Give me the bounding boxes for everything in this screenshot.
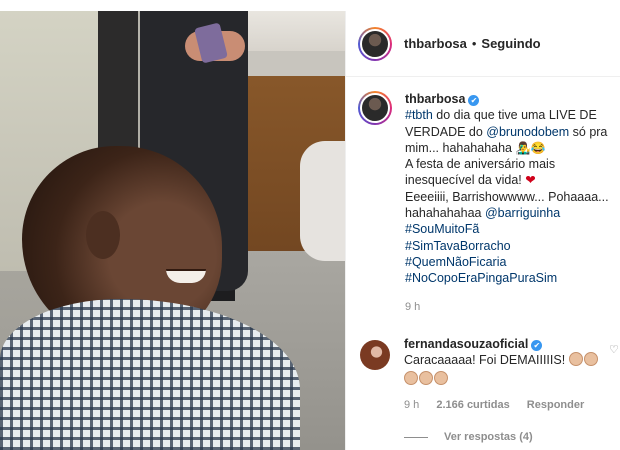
scene-shelf-top (232, 51, 345, 76)
commenter-avatar[interactable] (360, 340, 390, 370)
clap-emoji-icon (583, 352, 598, 367)
comment-meta: 9 h 2.166 curtidas Responder (404, 397, 599, 413)
scene-kneeling-person (300, 141, 345, 261)
author-username[interactable]: thbarbosa (404, 36, 467, 51)
comment-body: fernandasouzaoficial ✔ Caracaaaaa! Foi DE… (404, 336, 599, 413)
hashtag-nocopoerapingapurasim[interactable]: #NoCopoEraPingaPuraSim (405, 270, 613, 286)
caption: thbarbosa ✔ #tbth do dia que tive uma LIV… (358, 91, 613, 315)
view-replies-label[interactable]: Ver respostas (4) (444, 431, 533, 443)
post-video[interactable] (0, 11, 345, 450)
commenter-username[interactable]: fernandasouzaoficial (404, 337, 528, 351)
top-strip (0, 0, 620, 11)
caption-username[interactable]: thbarbosa (405, 92, 465, 106)
hashtag-simtavaborracho[interactable]: #SimTavaBorracho (405, 238, 613, 254)
caption-avatar[interactable] (358, 91, 392, 315)
verified-badge-icon: ✔ (531, 340, 543, 351)
reply-button[interactable]: Responder (527, 399, 584, 411)
caption-timestamp[interactable]: 9 h (405, 299, 613, 315)
clap-emoji-icon (568, 352, 583, 367)
caption-body: thbarbosa ✔ #tbth do dia que tive uma LIV… (405, 91, 613, 315)
post-header: thbarbosa • Seguindo (346, 11, 620, 77)
heart-emoji-icon: ❤ (525, 173, 536, 188)
author-avatar-ring[interactable] (358, 26, 392, 61)
hashtag-quemnaoficaria[interactable]: #QuemNãoFicaria (405, 254, 613, 270)
view-replies[interactable]: Ver respostas (4) (404, 431, 533, 443)
comment-timestamp[interactable]: 9 h (404, 399, 419, 411)
replies-divider (404, 436, 428, 438)
heart-outline-icon[interactable]: ♡ (609, 345, 619, 356)
clap-emoji-row (404, 370, 449, 387)
verified-badge-icon: ✔ (468, 95, 480, 106)
clap-emoji-icon (404, 370, 418, 385)
header-separator: • (471, 36, 477, 51)
author-avatar[interactable] (360, 28, 390, 59)
hashtag-soumuitofa[interactable]: #SouMuitoFã (405, 221, 613, 237)
clap-emoji-icon (434, 370, 448, 385)
scene-ear (86, 211, 120, 259)
comment-text: Caracaaaaa! Foi DEMAIIIIIS! (404, 353, 569, 368)
hashtag-tbth[interactable]: #tbth (405, 108, 433, 122)
mention-barriguinha[interactable]: @barriguinha (485, 206, 560, 220)
post-side-panel: thbarbosa • Seguindo thbarbosa ✔ #tbth do… (345, 11, 620, 450)
comment: fernandasouzaoficial ✔ Caracaaaaa! Foi DE… (360, 336, 615, 413)
comment-likes[interactable]: 2.166 curtidas (436, 399, 509, 411)
mention-brunodobem[interactable]: @brunodobem (486, 125, 569, 139)
clap-emoji-icon (419, 370, 433, 385)
following-button[interactable]: Seguindo (481, 36, 540, 51)
emoji-singer-laugh: 👨‍🎤😂 (515, 140, 546, 155)
